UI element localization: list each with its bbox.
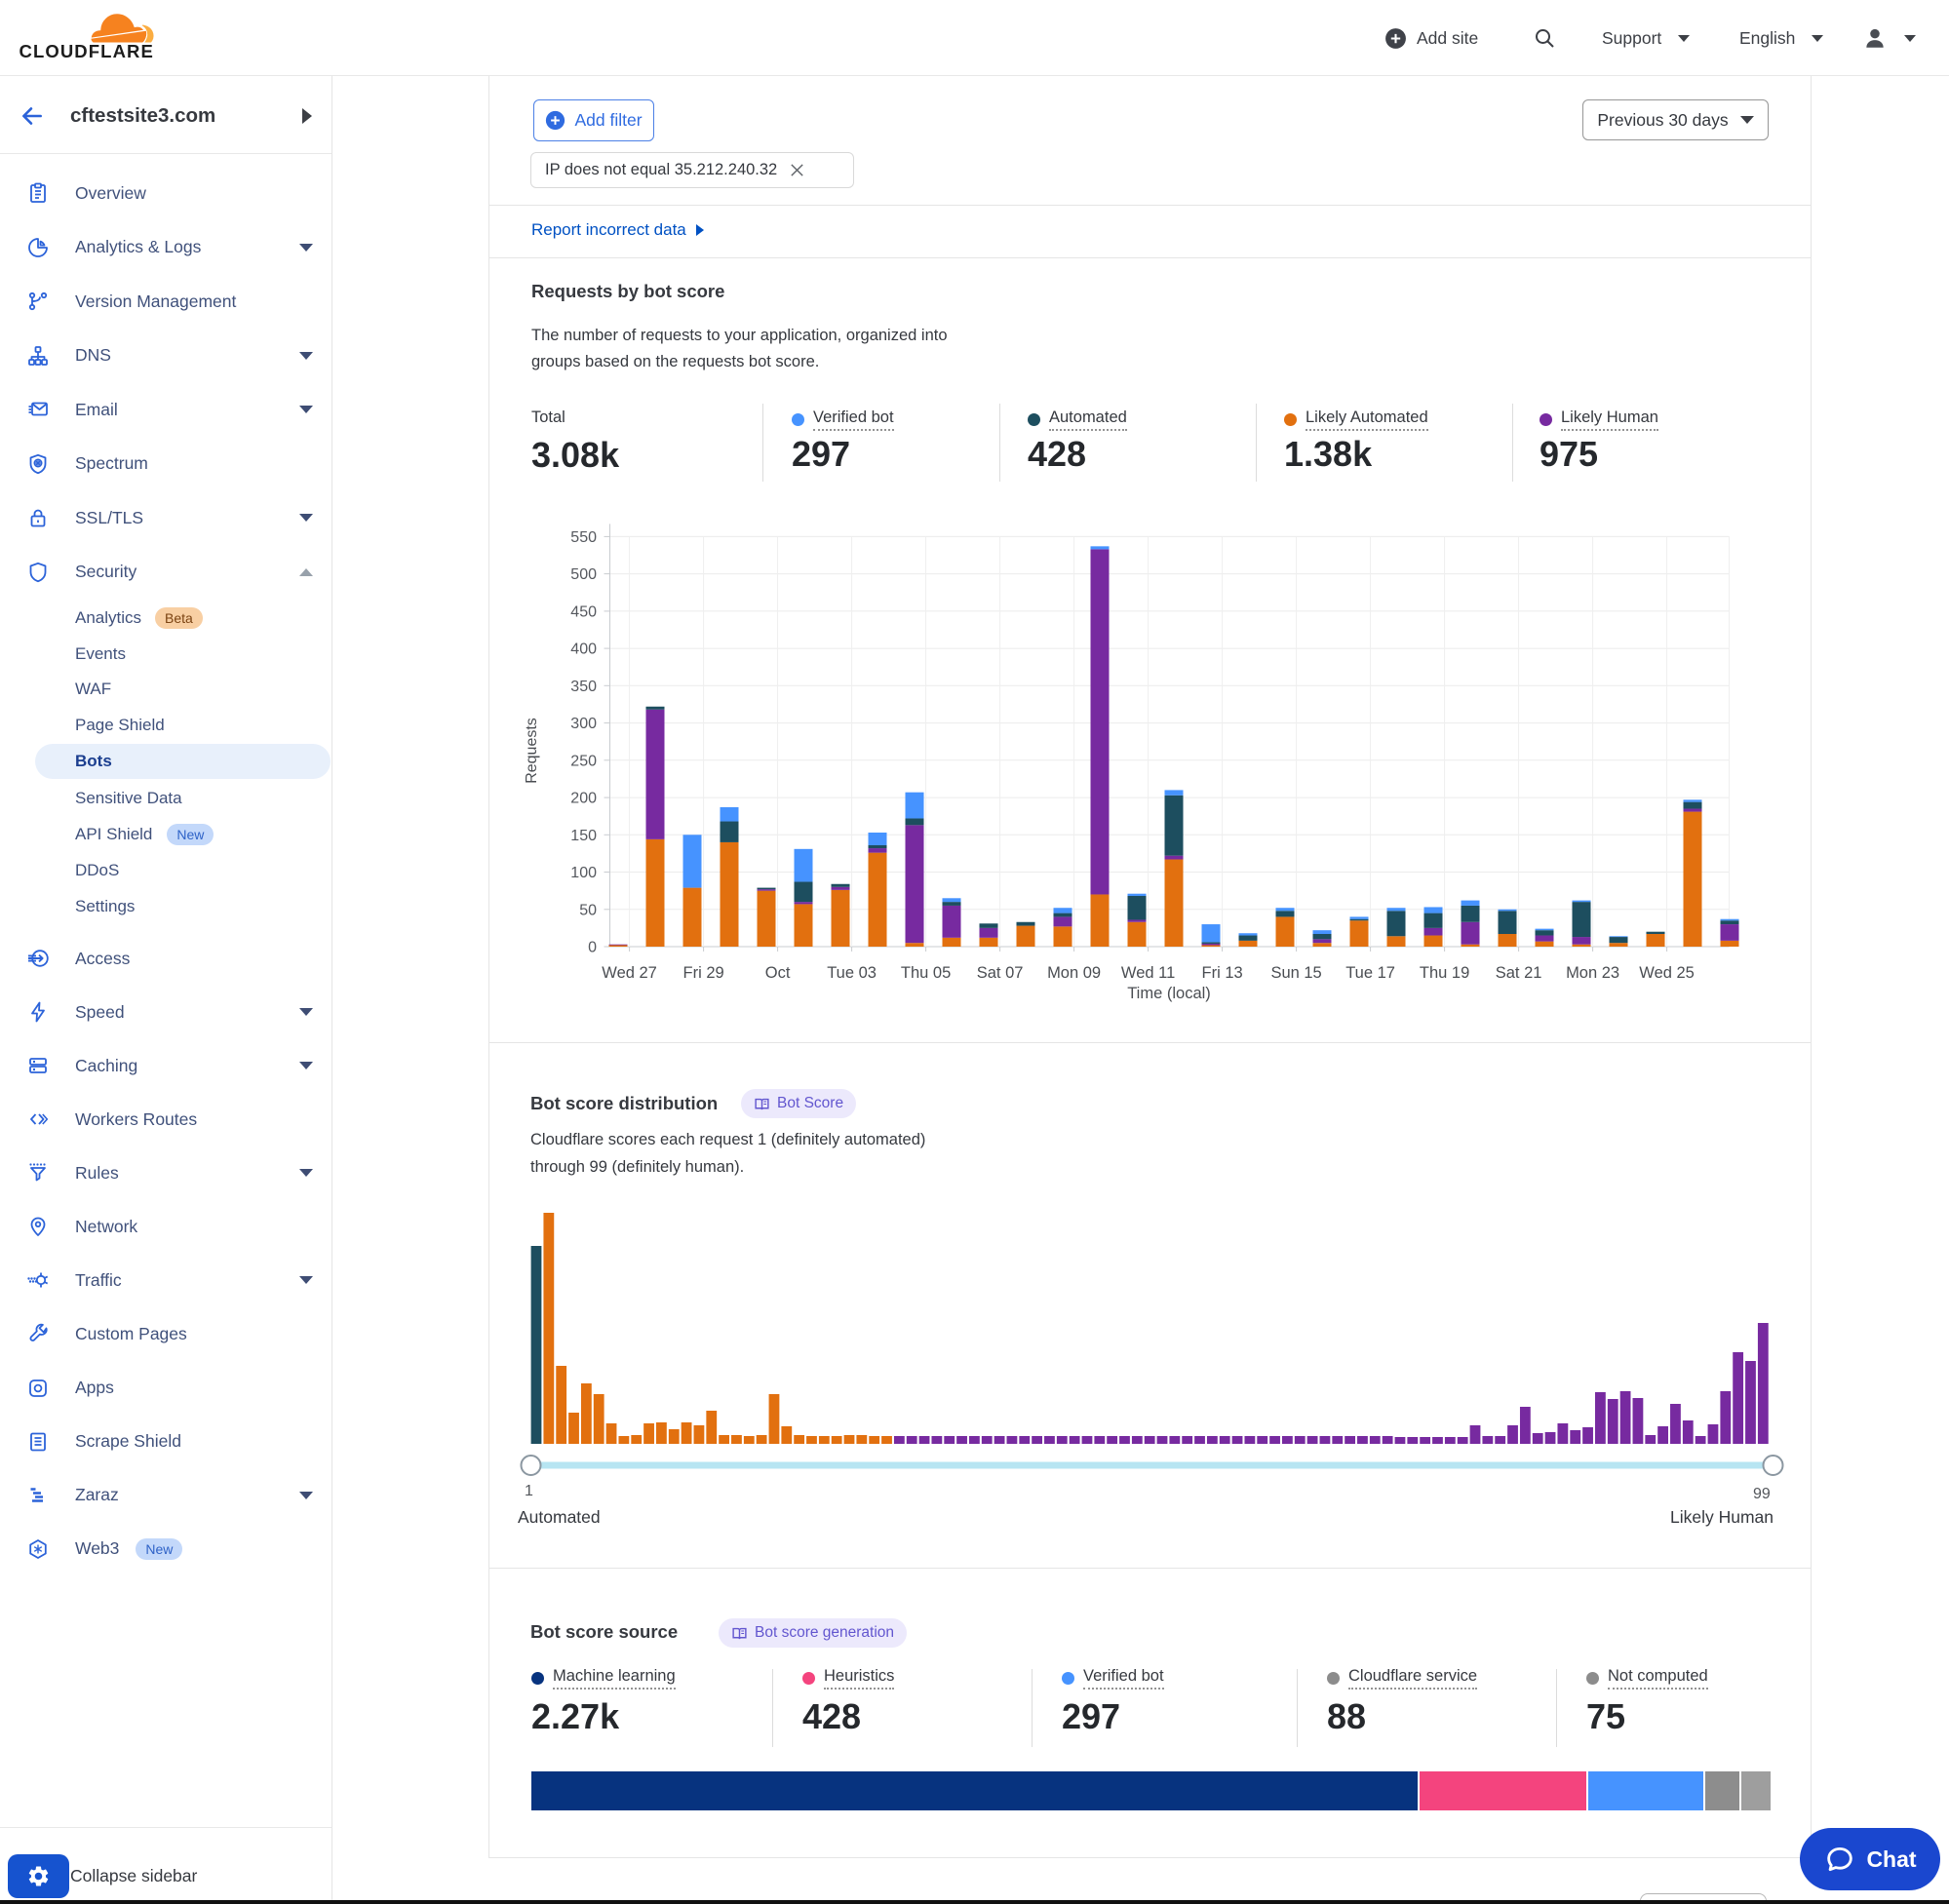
svg-text:0: 0	[588, 940, 597, 956]
svg-text:Wed 11: Wed 11	[1121, 964, 1175, 982]
svg-text:50: 50	[579, 902, 597, 918]
svg-text:Tue 17: Tue 17	[1345, 964, 1395, 982]
svg-text:Oct: Oct	[765, 964, 791, 982]
svg-text:Mon 09: Mon 09	[1047, 964, 1101, 982]
svg-text:Time (local): Time (local)	[1127, 985, 1211, 1002]
svg-text:Thu 19: Thu 19	[1420, 964, 1469, 982]
svg-text:150: 150	[570, 828, 597, 844]
svg-text:Fri 13: Fri 13	[1202, 964, 1243, 982]
svg-text:Thu 05: Thu 05	[901, 964, 951, 982]
svg-text:200: 200	[570, 791, 597, 807]
svg-text:300: 300	[570, 716, 597, 732]
svg-text:250: 250	[570, 753, 597, 769]
svg-text:Sat 21: Sat 21	[1496, 964, 1542, 982]
svg-text:Wed 27: Wed 27	[602, 964, 657, 982]
svg-text:400: 400	[570, 641, 597, 658]
svg-text:Requests: Requests	[524, 718, 540, 784]
svg-text:450: 450	[570, 603, 597, 620]
svg-text:CLOUDFLARE: CLOUDFLARE	[19, 41, 154, 61]
svg-text:Mon 23: Mon 23	[1566, 964, 1619, 982]
svg-text:550: 550	[570, 529, 597, 546]
svg-text:Wed 25: Wed 25	[1639, 964, 1695, 982]
svg-text:500: 500	[570, 566, 597, 583]
svg-text:350: 350	[570, 679, 597, 695]
svg-text:100: 100	[570, 865, 597, 881]
svg-text:Fri 29: Fri 29	[683, 964, 724, 982]
svg-text:Sun 15: Sun 15	[1270, 964, 1321, 982]
svg-text:Tue 03: Tue 03	[827, 964, 877, 982]
svg-text:Sat 07: Sat 07	[977, 964, 1024, 982]
